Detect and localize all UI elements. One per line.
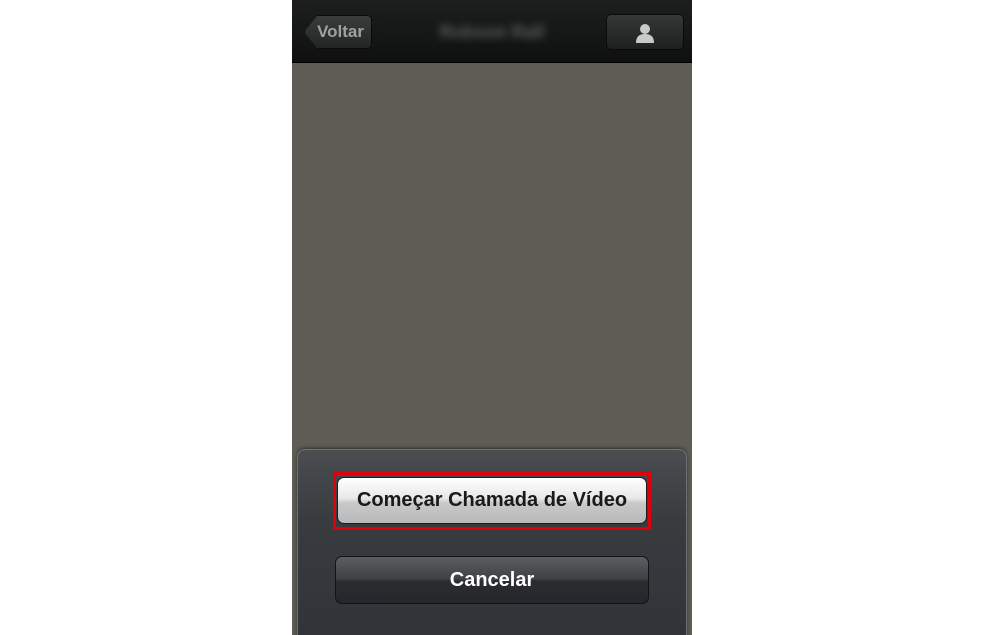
contact-info-button[interactable] xyxy=(606,14,684,50)
navigation-bar: Voltar Robson Rall xyxy=(292,0,692,63)
back-button[interactable]: Voltar xyxy=(304,15,372,49)
contact-name-title: Robson Rall xyxy=(439,22,545,42)
phone-screen: Voltar Robson Rall xyxy=(292,0,692,635)
cancel-button[interactable]: Cancelar xyxy=(335,556,649,604)
start-video-call-button[interactable]: Começar Chamada de Vídeo xyxy=(337,477,647,524)
person-icon xyxy=(636,24,654,43)
